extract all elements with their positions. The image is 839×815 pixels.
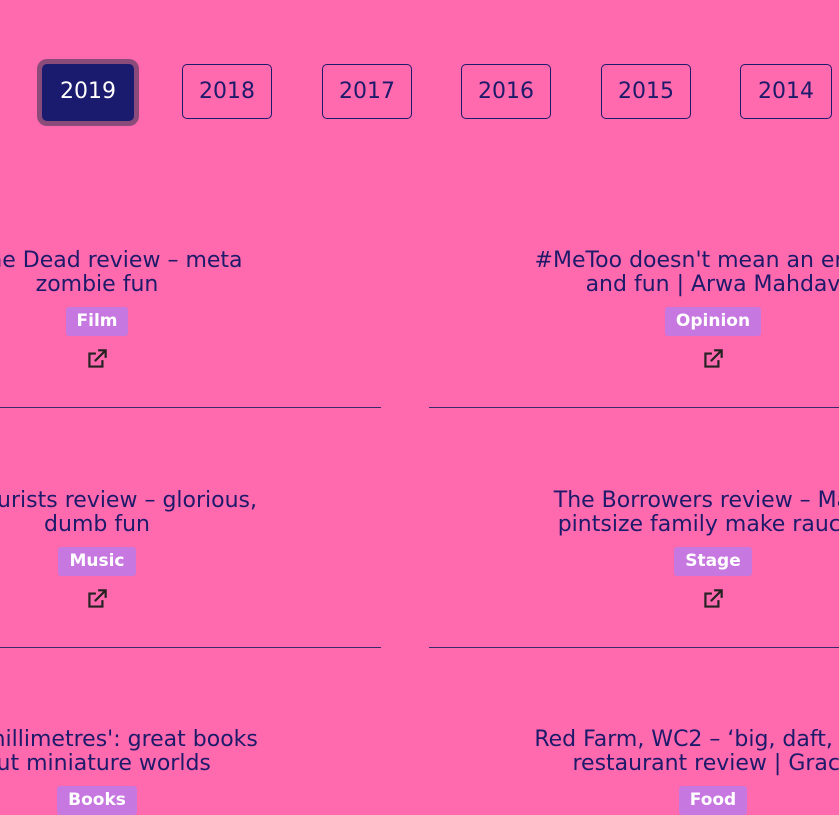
article-title[interactable]: of the Dead review – meta zombie fun bbox=[0, 249, 347, 297]
category-tag: Stage bbox=[674, 547, 752, 576]
category-tag: Music bbox=[58, 547, 136, 576]
external-link-icon[interactable] bbox=[84, 586, 110, 612]
year-tab-2019[interactable]: 2019 bbox=[42, 64, 134, 121]
external-link-icon[interactable] bbox=[700, 346, 726, 372]
article-card: #MeToo doesn't mean an end to and fun | … bbox=[463, 249, 839, 372]
category-tag: Opinion bbox=[664, 307, 762, 336]
category-tag: Film bbox=[65, 307, 129, 336]
divider bbox=[0, 407, 381, 408]
category-tag: Food bbox=[678, 786, 748, 815]
article-card: n in millimetres': great books out minia… bbox=[0, 728, 347, 815]
year-tab-2014[interactable]: 2014 bbox=[740, 64, 832, 119]
article-title[interactable]: n in millimetres': great books out minia… bbox=[0, 728, 347, 776]
article-title[interactable]: No Tourists review – glorious, dumb fun bbox=[0, 489, 347, 537]
external-link-icon[interactable] bbox=[84, 346, 110, 372]
divider bbox=[429, 407, 839, 408]
year-tabs: 2019 2018 2017 2016 2015 2014 bbox=[0, 0, 839, 160]
year-tab-2015[interactable]: 2015 bbox=[601, 64, 691, 119]
page: 2019 2018 2017 2016 2015 2014 of the Dea… bbox=[0, 0, 839, 815]
category-tag: Books bbox=[57, 786, 137, 815]
year-tab-2018[interactable]: 2018 bbox=[182, 64, 272, 119]
article-card: No Tourists review – glorious, dumb fun … bbox=[0, 489, 347, 612]
external-link-icon[interactable] bbox=[700, 586, 726, 612]
article-card: The Borrowers review – Mary pintsize fam… bbox=[463, 489, 839, 612]
article-title[interactable]: The Borrowers review – Mary pintsize fam… bbox=[463, 489, 839, 537]
article-title[interactable]: Red Farm, WC2 – ‘big, daft, delic restau… bbox=[463, 728, 839, 776]
divider bbox=[0, 647, 381, 648]
divider bbox=[429, 647, 839, 648]
article-title[interactable]: #MeToo doesn't mean an end to and fun | … bbox=[463, 249, 839, 297]
year-tab-2016[interactable]: 2016 bbox=[461, 64, 551, 119]
year-tab-2017[interactable]: 2017 bbox=[322, 64, 412, 119]
article-card: Red Farm, WC2 – ‘big, daft, delic restau… bbox=[463, 728, 839, 815]
article-card: of the Dead review – meta zombie fun Fil… bbox=[0, 249, 347, 372]
